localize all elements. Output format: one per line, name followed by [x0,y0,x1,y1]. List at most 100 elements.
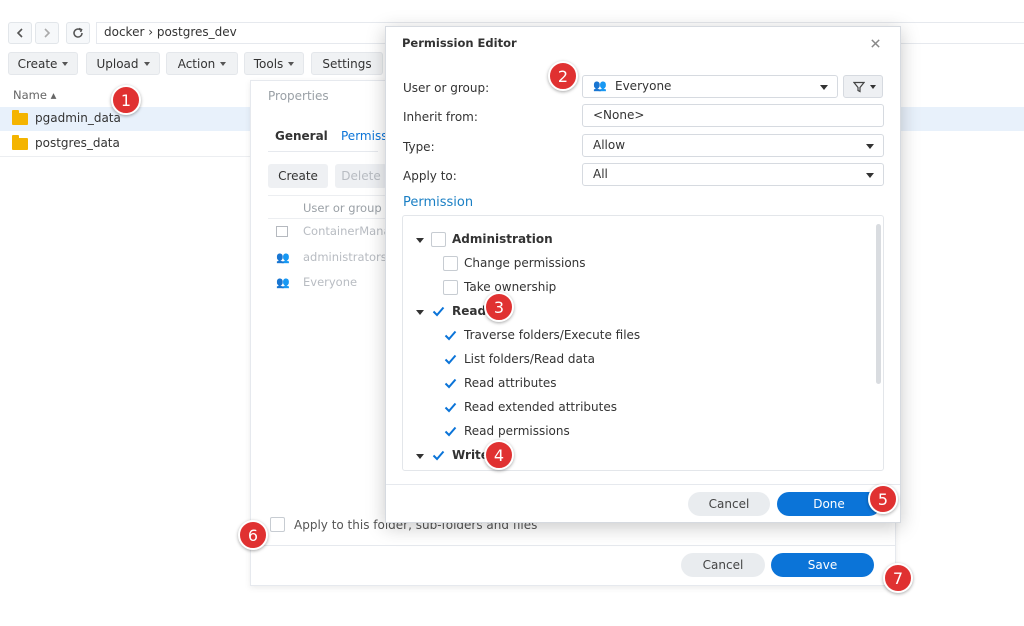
user-group-value: Everyone [615,79,672,93]
permission-section-title: Permission [403,195,474,210]
read-extended-attributes-checkbox[interactable] [443,400,458,415]
inherit-from-label: Inherit from: [403,110,478,124]
permission-read-permissions[interactable]: Read permissions [443,422,570,440]
read-attributes-checkbox[interactable] [443,376,458,391]
step-badge: 4 [484,440,514,470]
apply-to-value: All [593,167,608,181]
step-badge: 6 [238,520,268,550]
chevron-down-icon [870,85,876,89]
permission-group-read[interactable]: Read [431,302,486,320]
change-permissions-checkbox[interactable] [443,255,458,271]
checkmark-icon [432,306,445,316]
permission-editor-dialog: Permission Editor User or group: 👥 Every… [385,26,901,523]
checkmark-icon [432,450,445,460]
refresh-icon [73,27,83,38]
checkmark-icon [444,354,457,364]
tab-general[interactable]: General [275,129,328,143]
read-permissions-checkbox[interactable] [443,424,458,439]
checkmark-icon [444,402,457,412]
permission-label: Change permissions [464,256,586,270]
apply-to-label: Apply to: [403,169,457,183]
column-header: User or group [303,201,382,215]
user-group-select[interactable]: 👥 Everyone [582,75,838,98]
permission-label: Read extended attributes [464,400,617,414]
step-badge: 5 [868,484,898,514]
user-group-icon: 👥 [593,79,607,92]
container-icon [276,226,288,237]
permission-label: Take ownership [464,280,557,294]
type-select[interactable]: Allow [582,134,884,157]
step-badge: 1 [111,85,141,115]
forward-button[interactable] [35,22,59,44]
collapse-write-icon[interactable] [416,454,424,459]
chevron-right-icon [44,28,51,38]
entry-row[interactable]: administrators [303,250,387,264]
permission-read-extended-attributes[interactable]: Read extended attributes [443,398,617,416]
take-ownership-checkbox[interactable] [443,279,458,295]
checkmark-icon [444,330,457,340]
footer-divider [251,545,895,546]
collapse-read-icon[interactable] [416,310,424,315]
scrollbar[interactable] [876,224,881,384]
list-folders-checkbox[interactable] [443,352,458,367]
permission-label: Read permissions [464,424,570,438]
user-group-icon: 👥 [276,251,290,264]
apply-subfolders-checkbox[interactable] [270,517,285,532]
upload-menu-button[interactable]: Upload [86,52,160,75]
dialog-title: Properties [268,89,329,103]
tools-menu-button[interactable]: Tools [244,52,304,75]
type-label: Type: [403,140,435,154]
close-icon[interactable] [870,38,881,49]
user-group-label: User or group: [403,81,490,95]
done-button[interactable]: Done [777,492,881,516]
filter-icon [853,81,865,93]
entry-row[interactable]: Everyone [303,275,357,289]
refresh-button[interactable] [66,22,90,44]
folder-icon [12,110,28,125]
save-button[interactable]: Save [771,553,874,577]
permission-label: List folders/Read data [464,352,595,366]
chevron-left-icon [16,28,23,38]
traverse-checkbox[interactable] [443,328,458,343]
cancel-button[interactable]: Cancel [688,492,770,516]
write-checkbox[interactable] [431,448,446,463]
filter-button[interactable] [843,75,883,98]
footer-divider [386,484,900,485]
checkmark-icon [444,426,457,436]
permission-group-write[interactable]: Write [431,446,489,464]
read-label: Read [452,304,487,318]
cancel-button[interactable]: Cancel [681,553,765,577]
list-item[interactable]: postgres_data [0,132,250,156]
back-button[interactable] [8,22,32,44]
action-menu-button[interactable]: Action [166,52,238,75]
permission-read-attributes[interactable]: Read attributes [443,374,557,392]
permission-tree: Administration Change permissions Take o… [402,215,884,471]
tab-permission[interactable]: Permiss [341,129,387,143]
type-value: Allow [593,138,626,152]
folder-icon [12,135,28,150]
delete-entry-button[interactable]: Delete [335,164,387,188]
entry-row[interactable]: ContainerMana [303,224,391,238]
step-badge: 3 [484,292,514,322]
read-checkbox[interactable] [431,304,446,319]
permission-list-folders[interactable]: List folders/Read data [443,350,595,368]
create-entry-button[interactable]: Create [268,164,328,188]
apply-to-select[interactable]: All [582,163,884,186]
settings-button[interactable]: Settings [311,52,383,75]
permission-traverse[interactable]: Traverse folders/Execute files [443,326,640,344]
inherit-from-field: <None> [582,104,884,127]
permission-change-permissions[interactable]: Change permissions [443,254,586,272]
administration-checkbox[interactable] [431,231,446,247]
dialog-title: Permission Editor [402,36,517,50]
permission-group-administration[interactable]: Administration [431,230,553,248]
collapse-administration-icon[interactable] [416,238,424,243]
folder-name: pgadmin_data [35,111,121,125]
create-menu-button[interactable]: Create [8,52,78,75]
tab-underline [268,151,378,152]
folder-name: postgres_data [35,136,120,150]
list-divider [0,156,250,157]
user-group-icon: 👥 [276,276,290,289]
permission-label: Traverse folders/Execute files [464,328,641,342]
step-badge: 7 [883,563,913,593]
checkmark-icon [444,378,457,388]
